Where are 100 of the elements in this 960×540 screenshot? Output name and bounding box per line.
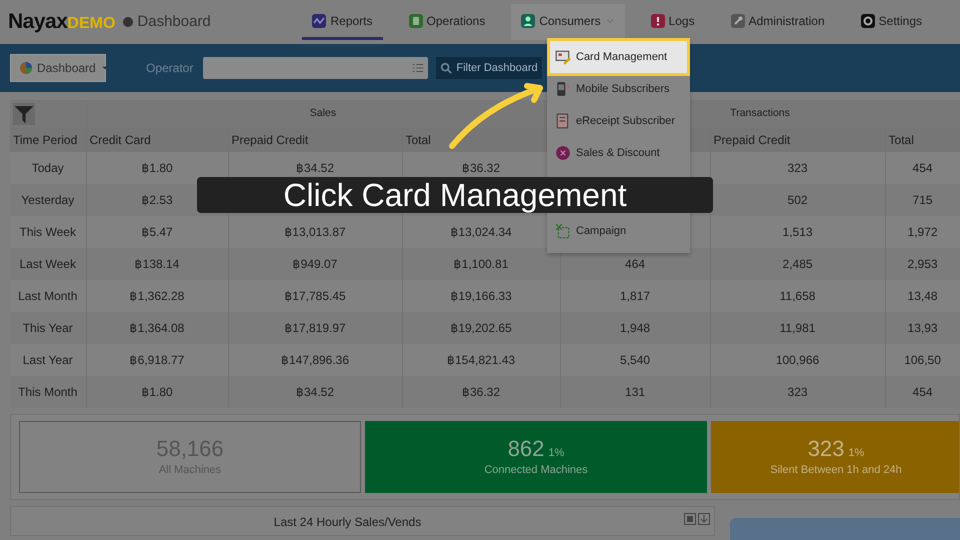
table-cell: 2,953 [908, 257, 938, 271]
stat-value: 323 [808, 436, 844, 462]
column-header: Total [406, 133, 431, 147]
table-cell: ฿147,896.36 [280, 353, 350, 367]
table-cell: ฿17,785.45 [284, 289, 346, 303]
row-label: This Week [20, 225, 76, 239]
group-header: Transactions [730, 107, 790, 120]
nav-tab[interactable]: Operations [398, 4, 496, 40]
table-cell: ฿13,013.87 [284, 225, 346, 239]
row-label: This Month [18, 385, 78, 399]
group-header: Sales [310, 107, 336, 120]
table-cell: 454 [912, 385, 933, 399]
table-cell: 715 [912, 193, 933, 207]
table-cell: 106,50 [904, 353, 941, 367]
table-cell: ฿6,918.77 [130, 353, 184, 367]
panel-tools-icon[interactable] [684, 513, 710, 525]
chart-title: Last 24 Hourly Sales/Vends [274, 515, 422, 529]
people-icon [521, 14, 536, 28]
wrench-icon [730, 14, 745, 28]
column-header: Credit Card [90, 133, 151, 147]
clipboard-icon [408, 14, 423, 28]
view-dropdown[interactable]: Dashboard [10, 54, 106, 82]
list-icon [412, 62, 424, 74]
table-cell: ฿1,364.08 [130, 321, 184, 335]
status-dot-icon [123, 17, 134, 27]
table-cell: 1,972 [908, 225, 938, 239]
table-cell: ฿1,362.28 [130, 289, 184, 303]
alert-icon [650, 14, 665, 28]
nav-tab[interactable]: Administration [720, 4, 835, 40]
table-cell: 464 [625, 257, 646, 271]
table-cell: ฿1.80 [141, 161, 173, 175]
menu-item[interactable]: Card Management [550, 41, 687, 73]
row-label: This Year [22, 321, 73, 335]
gear-icon [860, 14, 875, 28]
table-cell: ฿13,024.34 [450, 225, 512, 239]
table-cell: 323 [788, 385, 808, 399]
row-label: Today [32, 161, 64, 175]
nav-tab[interactable]: Reports [302, 4, 383, 40]
search-icon [440, 62, 452, 74]
row-label: Last Week [20, 257, 76, 271]
nav-tab[interactable]: Logs [640, 4, 705, 40]
table-cell: ฿34.52 [296, 385, 334, 399]
table-cell: ฿2.53 [141, 193, 173, 207]
table-cell: ฿1,100.81 [454, 257, 508, 271]
table-cell: 13,93 [908, 321, 938, 335]
logo: Nayax [8, 9, 68, 36]
menu-item[interactable]: Sales & Discount [550, 137, 687, 169]
filter-icon[interactable] [13, 103, 35, 125]
nav-tab[interactable]: Settings [850, 4, 932, 40]
operator-field[interactable] [203, 57, 428, 79]
table-cell: ฿17,819.97 [284, 321, 346, 335]
logo-suffix: DEMO [67, 15, 116, 34]
table-cell: 1,513 [782, 225, 813, 239]
phone-icon [555, 81, 571, 97]
table-cell: 1,948 [620, 321, 650, 335]
stat-percent: 1% [548, 446, 564, 461]
row-label: Last Year [22, 353, 73, 367]
stat-percent: 1% [848, 446, 864, 461]
table-cell: 11,658 [780, 289, 816, 303]
table-cell: ฿949.07 [292, 257, 338, 271]
table-cell: 2,485 [782, 257, 813, 271]
table-cell: ฿154,821.43 [446, 353, 516, 367]
operator-label: Operator [146, 60, 194, 77]
table-cell: ฿36.32 [462, 385, 500, 399]
table-cell: 502 [788, 193, 808, 207]
stat-value: 862 [508, 436, 544, 462]
table-cell: 100,966 [776, 353, 820, 367]
table-cell: ฿36.32 [462, 161, 500, 175]
receipt-icon [555, 113, 571, 129]
column-header: Time Period [13, 133, 78, 147]
stat-label: Silent Between 1h and 24h [769, 462, 903, 478]
menu-item[interactable]: eReceipt Subscriber [550, 105, 687, 137]
column-header: Prepaid Credit [232, 133, 308, 147]
table-cell: 454 [912, 161, 933, 175]
table-cell: ฿19,202.65 [450, 321, 512, 335]
stat-label: Connected Machines [483, 462, 589, 478]
table-cell: ฿138.14 [134, 257, 180, 271]
table-cell: 323 [788, 161, 808, 175]
row-label: Yesterday [21, 193, 74, 207]
filter-button[interactable]: Filter Dashboard [436, 57, 542, 79]
row-label: Last Month [18, 289, 78, 303]
column-header: Total [888, 133, 914, 147]
menu-item[interactable]: Campaign [550, 215, 687, 247]
column-header: Prepaid Credit [714, 133, 790, 147]
table-cell: ฿34.52 [296, 161, 334, 175]
menu-item[interactable]: Mobile Subscribers [550, 73, 687, 105]
pie-chart-icon [19, 61, 33, 75]
table-cell: 1,817 [620, 289, 650, 303]
table-cell: 131 [625, 385, 646, 399]
chart-icon [312, 14, 326, 28]
page-title: Dashboard [137, 12, 211, 32]
table-cell: ฿19,166.33 [450, 289, 512, 303]
card-icon [555, 49, 571, 65]
tutorial-caption: Click Card Management [197, 177, 713, 213]
table-cell: 13,48 [908, 289, 938, 303]
nav-tab[interactable]: Consumers [511, 4, 625, 40]
table-cell: 11,981 [780, 321, 816, 335]
table-cell: 5,540 [620, 353, 650, 367]
table-cell: ฿1.80 [141, 385, 173, 399]
table-cell: ฿5.47 [141, 225, 173, 239]
